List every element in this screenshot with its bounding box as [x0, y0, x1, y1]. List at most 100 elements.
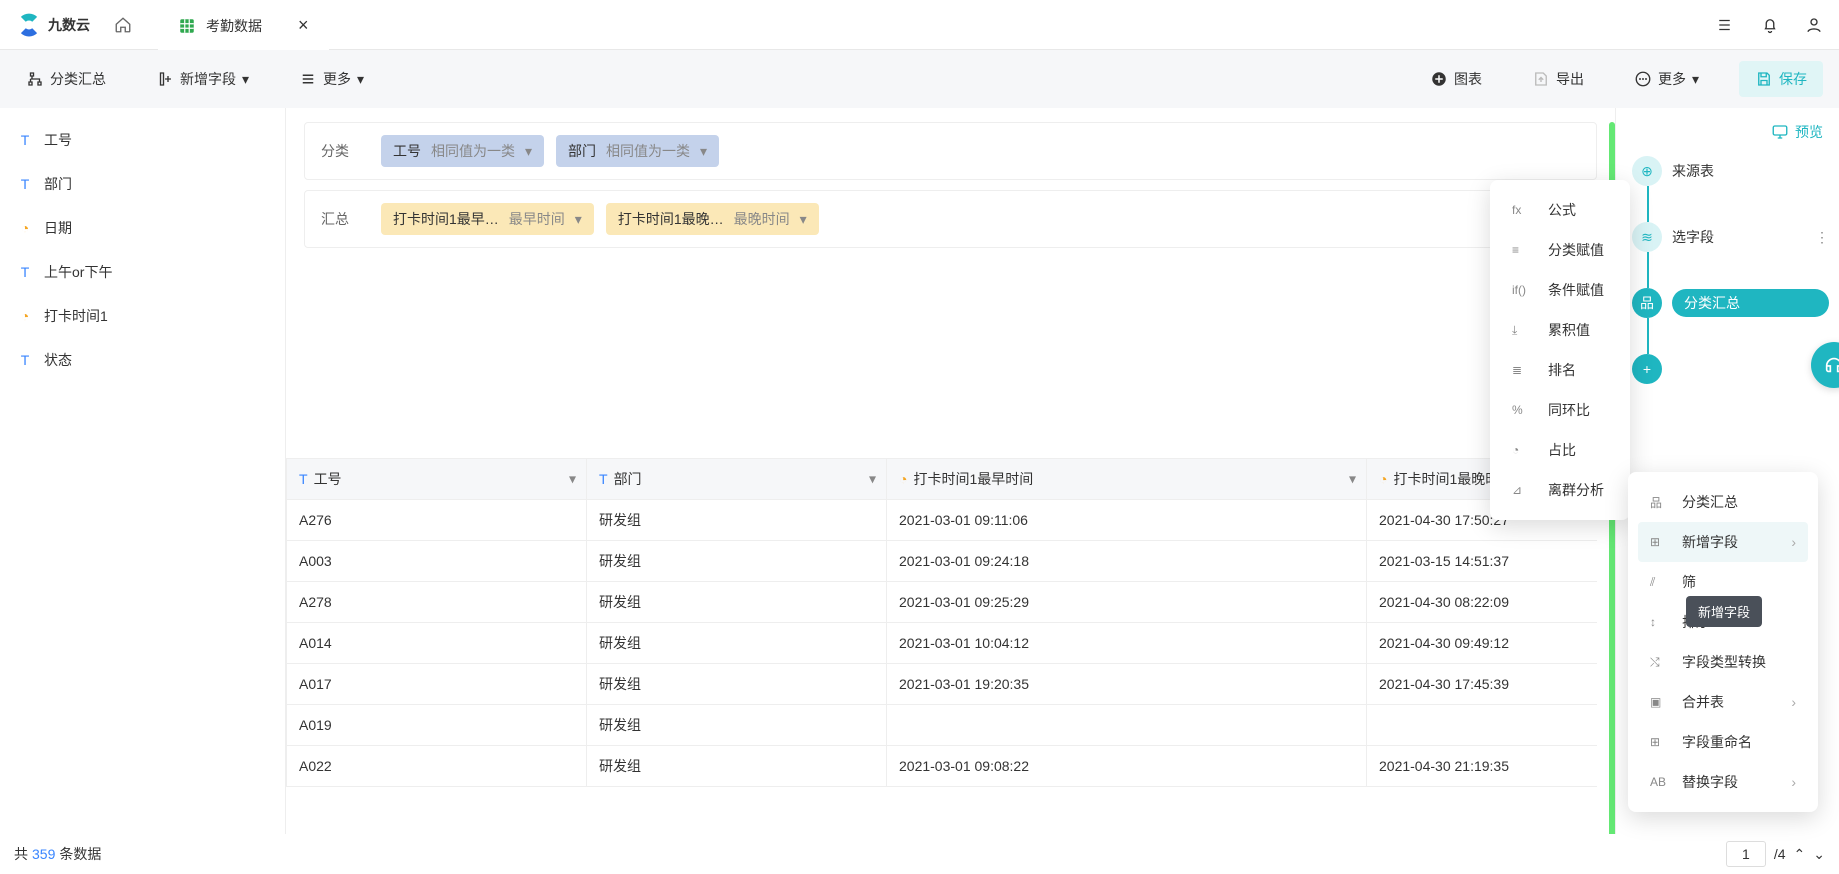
menu-item[interactable]: fx公式 [1500, 190, 1620, 230]
chevron-down-icon: ▾ [242, 71, 249, 88]
pipeline-step[interactable]: ⊕来源表 [1632, 156, 1829, 186]
list-settings-icon[interactable] [1717, 15, 1735, 33]
more-icon[interactable]: ⋮ [1815, 229, 1829, 246]
chevron-down-icon: ▾ [525, 143, 532, 160]
column-header[interactable]: ◔打卡时间1最早时间▾ [887, 459, 1367, 500]
menu-icon: fx [1512, 203, 1536, 217]
bell-icon[interactable] [1761, 15, 1779, 33]
toolbar-more2-button[interactable]: 更多 ▾ [1624, 63, 1709, 95]
hierarchy-icon [26, 70, 44, 88]
group-summary-button[interactable]: 分类汇总 [16, 63, 116, 95]
menu-item[interactable]: AB替换字段› [1638, 762, 1808, 802]
table-cell: 研发组 [587, 705, 887, 746]
save-button[interactable]: 保存 [1739, 61, 1823, 97]
chevron-right-icon: › [1791, 534, 1796, 550]
field-label: 状态 [44, 350, 72, 370]
chip[interactable]: 打卡时间1最晚…最晚时间▾ [606, 203, 819, 235]
page-up-icon[interactable]: ⌃ [1794, 846, 1806, 863]
toolbar-more-button[interactable]: 更多 ▾ [289, 63, 374, 95]
chevron-down-icon: ▾ [700, 143, 707, 160]
table-row[interactable]: A019研发组 [287, 705, 1598, 746]
table-row[interactable]: A278研发组2021-03-01 09:25:292021-04-30 08:… [287, 582, 1598, 623]
table-row[interactable]: A014研发组2021-03-01 10:04:122021-04-30 09:… [287, 623, 1598, 664]
page-down-icon[interactable]: ⌄ [1813, 846, 1825, 863]
menu-item[interactable]: ⤭ 字段类型转换 [1638, 642, 1808, 682]
menu-item[interactable]: ⤓累积值 [1500, 310, 1620, 350]
add-step-button[interactable]: + [1632, 354, 1662, 384]
table-cell: A278 [287, 582, 587, 623]
table-cell: A276 [287, 500, 587, 541]
table-row[interactable]: A003研发组2021-03-01 09:24:182021-03-15 14:… [287, 541, 1598, 582]
step-label: 分类汇总 [1672, 289, 1829, 317]
page-input[interactable] [1726, 841, 1766, 867]
add-field-label: 新增字段 [180, 69, 236, 89]
pipeline-step[interactable]: ≋选字段⋮ [1632, 222, 1829, 252]
menu-icon: ⫽ [1650, 575, 1670, 590]
table-row[interactable]: A022研发组2021-03-01 09:08:222021-04-30 21:… [287, 746, 1598, 787]
menu-label: 筛 [1682, 572, 1696, 592]
chevron-down-icon[interactable]: ▾ [1349, 471, 1356, 488]
field-item[interactable]: T 部门 [0, 162, 285, 206]
add-column-icon [156, 70, 174, 88]
save-icon [1755, 70, 1773, 88]
menu-item[interactable]: ≡分类赋值 [1500, 230, 1620, 270]
chart-button[interactable]: 图表 [1420, 63, 1492, 95]
app-logo[interactable]: 九数云 [16, 12, 90, 38]
field-item[interactable]: T工号 [0, 118, 285, 162]
text-type-icon: T [299, 471, 308, 487]
logo-icon [16, 12, 42, 38]
user-icon[interactable] [1805, 15, 1823, 33]
field-item[interactable]: T上午or下午 [0, 250, 285, 294]
tab-attendance-data[interactable]: 考勤数据 × [158, 0, 329, 50]
menu-item[interactable]: ▣合并表› [1638, 682, 1808, 722]
pipeline-step[interactable]: 品分类汇总 [1632, 288, 1829, 318]
chip[interactable]: 工号相同值为一类▾ [381, 135, 544, 167]
table-cell [1367, 705, 1598, 746]
add-step-menu: 品分类汇总⊞新增字段›⫽筛↕排序⤭字段类型转换▣合并表›⊞字段重命名AB替换字段… [1628, 472, 1818, 812]
chevron-down-icon: ▾ [575, 211, 582, 228]
chevron-down-icon[interactable]: ▾ [869, 471, 876, 488]
table-cell: 2021-04-30 17:45:39 [1367, 664, 1598, 705]
table-row[interactable]: A017研发组2021-03-01 19:20:352021-04-30 17:… [287, 664, 1598, 705]
time-type-icon: ◔ [899, 471, 907, 487]
menu-item[interactable]: %同环比 [1500, 390, 1620, 430]
menu-item[interactable]: 品分类汇总 [1638, 482, 1808, 522]
menu-item[interactable]: ⊞新增字段› [1638, 522, 1808, 562]
menu-item[interactable]: ⊞字段重命名 [1638, 722, 1808, 762]
menu-label: 字段类型转换 [1682, 652, 1766, 672]
menu-label: 分类赋值 [1548, 240, 1604, 260]
chip-name: 工号 [393, 141, 421, 161]
step-label: 来源表 [1672, 161, 1829, 181]
text-type-icon: T [16, 264, 34, 280]
chip[interactable]: 部门相同值为一类▾ [556, 135, 719, 167]
add-field-type-menu: fx公式≡分类赋值if()条件赋值⤓累积值≣排名%同环比◔占比⊿离群分析 [1490, 180, 1630, 520]
plus-circle-icon [1430, 70, 1448, 88]
menu-item[interactable]: ≣排名 [1500, 350, 1620, 390]
add-field-button[interactable]: 新增字段 ▾ [146, 63, 259, 95]
field-item[interactable]: ◔打卡时间1 [0, 294, 285, 338]
close-icon[interactable]: × [298, 15, 309, 36]
field-item[interactable]: ◔日期 [0, 206, 285, 250]
chevron-right-icon: › [1791, 694, 1796, 710]
preview-button[interactable]: 预览 [1626, 118, 1829, 146]
text-type-icon: T [16, 176, 34, 192]
menu-item[interactable]: if()条件赋值 [1500, 270, 1620, 310]
table-cell: 2021-03-01 19:20:35 [887, 664, 1367, 705]
time-type-icon: ◔ [1379, 471, 1387, 487]
table-cell: 研发组 [587, 623, 887, 664]
chip[interactable]: 打卡时间1最早…最早时间▾ [381, 203, 594, 235]
chip-sub: 最早时间 [509, 209, 565, 229]
chevron-down-icon[interactable]: ▾ [569, 471, 576, 488]
home-button[interactable] [108, 9, 138, 39]
menu-item[interactable]: ◔占比 [1500, 430, 1620, 470]
menu-label: 占比 [1548, 440, 1576, 460]
table-row[interactable]: A276研发组2021-03-01 09:11:062021-04-30 17:… [287, 500, 1598, 541]
field-label: 部门 [44, 174, 72, 194]
field-item[interactable]: T状态 [0, 338, 285, 382]
field-label: 打卡时间1 [44, 306, 108, 326]
menu-icon: ⤭ [1650, 655, 1670, 670]
export-button: 导出 [1522, 63, 1594, 95]
column-header[interactable]: T工号▾ [287, 459, 587, 500]
menu-item[interactable]: ⊿离群分析 [1500, 470, 1620, 510]
column-header[interactable]: T部门▾ [587, 459, 887, 500]
